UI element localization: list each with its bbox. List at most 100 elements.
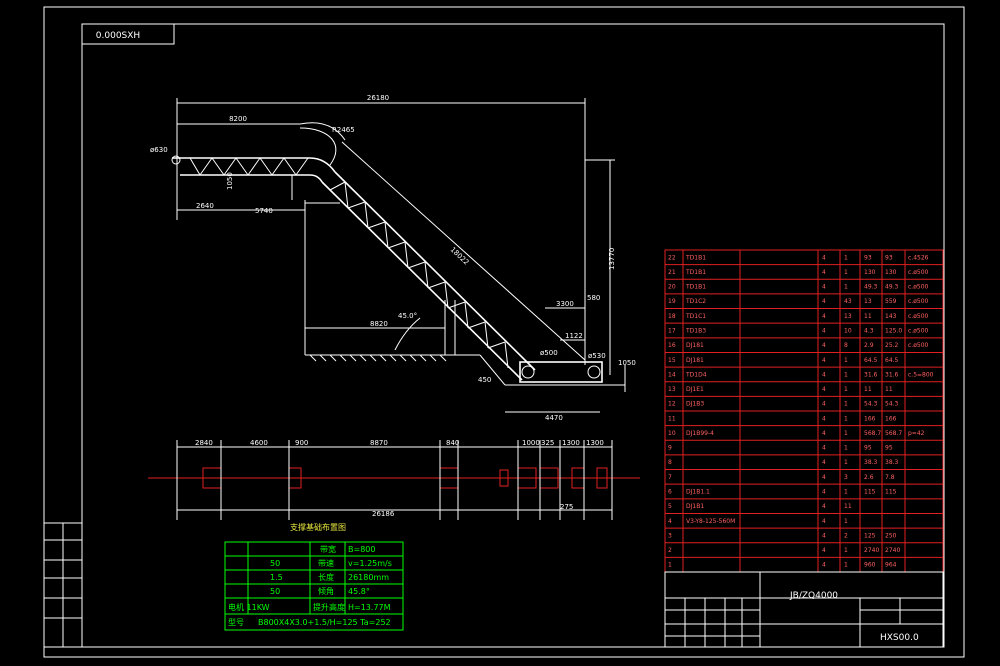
parts-cell: 49.3 <box>885 284 899 291</box>
parts-cell: 6 <box>668 489 672 496</box>
parts-cell: 21 <box>668 269 676 276</box>
parts-cell: 15 <box>668 357 676 364</box>
parts-cell: 4 <box>822 459 826 466</box>
parts-cell: 8 <box>668 459 672 466</box>
plan-span-2: 4600 <box>250 439 268 447</box>
dim-height-left: 1050 <box>226 172 234 190</box>
dim-tail-pulley-1: ø500 <box>540 349 558 357</box>
parts-cell: 7.8 <box>885 474 895 481</box>
parts-cell: 14 <box>668 371 676 378</box>
parts-cell: 2740 <box>864 547 879 554</box>
parts-cell: 1 <box>844 284 848 291</box>
parts-cell: 1 <box>844 401 848 408</box>
plan-span-4: 8870 <box>370 439 388 447</box>
parts-cell: 95 <box>885 445 893 452</box>
parts-cell: 130 <box>864 269 876 276</box>
tech-row-3-a: 1.5 <box>270 573 283 582</box>
plan-span-3: 900 <box>295 439 308 447</box>
parts-cell: 4 <box>822 328 826 335</box>
parts-cell: 1 <box>844 547 848 554</box>
parts-cell: DJ181 <box>686 357 704 364</box>
parts-cell: 125 <box>864 532 876 539</box>
parts-cell: 1 <box>844 371 848 378</box>
parts-cell: 8 <box>844 342 848 349</box>
dim-left-mid: 5740 <box>255 207 273 215</box>
parts-cell: 1 <box>844 459 848 466</box>
tech-row-2-a: 50 <box>270 559 280 568</box>
parts-cell: 10 <box>668 430 676 437</box>
parts-cell: c.5=800 <box>908 371 934 378</box>
parts-cell: 19 <box>668 298 676 305</box>
parts-cell: c.ø500 <box>908 342 929 349</box>
plan-span-8: 1300 <box>562 439 580 447</box>
parts-cell: c.ø500 <box>908 298 929 305</box>
parts-cell: TD1B1 <box>685 284 706 291</box>
parts-cell: 1 <box>844 357 848 364</box>
parts-cell: 4 <box>822 386 826 393</box>
parts-cell: 568.7 <box>864 430 881 437</box>
foundation-plan: 2840 4600 900 8870 840 1000 325 1300 130… <box>148 439 640 532</box>
parts-cell: 960 <box>864 562 876 569</box>
parts-cell: c.4526 <box>908 254 929 261</box>
parts-cell: 13 <box>864 298 872 305</box>
parts-cell: 1 <box>844 254 848 261</box>
parts-cell: 9 <box>668 445 672 452</box>
parts-cell: 1 <box>844 489 848 496</box>
title-standard: JB/ZQ4000 <box>789 591 838 601</box>
parts-cell: 2 <box>844 532 848 539</box>
parts-cell: 4 <box>822 518 826 525</box>
parts-cell: 4 <box>822 562 826 569</box>
parts-cell: 559 <box>885 298 897 305</box>
plan-span-9: 1300 <box>586 439 604 447</box>
parts-cell: 4 <box>822 254 826 261</box>
parts-cell: 31.6 <box>885 371 899 378</box>
parts-cell: 25.2 <box>885 342 899 349</box>
parts-cell: 3 <box>844 474 848 481</box>
parts-cell: 4 <box>822 269 826 276</box>
parts-cell: 1 <box>844 562 848 569</box>
parts-cell: 1 <box>844 445 848 452</box>
parts-cell: 2.6 <box>864 474 874 481</box>
parts-cell: DJ1B99-4 <box>686 430 714 437</box>
parts-cell: 4 <box>822 342 826 349</box>
tech-row-1-label: 带宽 <box>320 544 336 554</box>
dim-tail-right: 580 <box>587 294 600 302</box>
parts-cell: DJ1B3 <box>686 401 704 408</box>
parts-cell: 166 <box>864 415 876 422</box>
parts-cell: 4 <box>822 532 826 539</box>
parts-cell: 64.5 <box>864 357 878 364</box>
parts-cell: 143 <box>885 313 897 320</box>
dim-total-length: 26180 <box>367 94 389 102</box>
parts-cell: 4 <box>822 415 826 422</box>
parts-cell: 4 <box>822 371 826 378</box>
tech-row-4-a: 50 <box>270 587 280 596</box>
parts-cell: TD1C2 <box>685 298 706 305</box>
dim-tail-top: 3300 <box>556 300 574 308</box>
outer-frame <box>43 6 965 658</box>
parts-cell: 4 <box>822 503 826 510</box>
drawing-number-text: 0.000SXH <box>96 31 140 41</box>
cad-drawing-canvas: 0.000SXH 26180 8200 R2465 ø630 2640 5740… <box>0 0 1000 666</box>
parts-cell: 10 <box>844 328 852 335</box>
parts-cell: 64.5 <box>885 357 899 364</box>
parts-cell: 4 <box>822 401 826 408</box>
parts-cell: 166 <box>885 415 897 422</box>
drawing-svg: 0.000SXH 26180 8200 R2465 ø630 2640 5740… <box>43 6 965 658</box>
parts-cell: 130 <box>885 269 897 276</box>
tech-row-5-b: 提升高度 <box>313 602 345 612</box>
parts-cell: 2.9 <box>864 342 874 349</box>
dim-left-small: 2640 <box>196 202 214 210</box>
tech-row-5-a: 电机 11KW <box>228 602 270 612</box>
parts-cell: 2740 <box>885 547 900 554</box>
parts-cell: DJ1B1 <box>686 503 704 510</box>
tech-row-1-value: B=800 <box>348 545 375 554</box>
parts-list-rows: 22 TD1B1 4 1 93 93 c.452621 TD1B1 4 1 130 130 c.ø500… <box>665 254 943 573</box>
left-margin-block <box>43 522 83 648</box>
parts-cell: 4 <box>822 445 826 452</box>
parts-cell: 1 <box>844 430 848 437</box>
parts-cell: 93 <box>885 254 893 261</box>
parts-cell: DJ1B1.1 <box>686 489 710 496</box>
parts-cell: 18 <box>668 313 676 320</box>
tech-row-2-b: 带速 <box>318 559 334 568</box>
parts-cell: p=42 <box>908 430 925 437</box>
